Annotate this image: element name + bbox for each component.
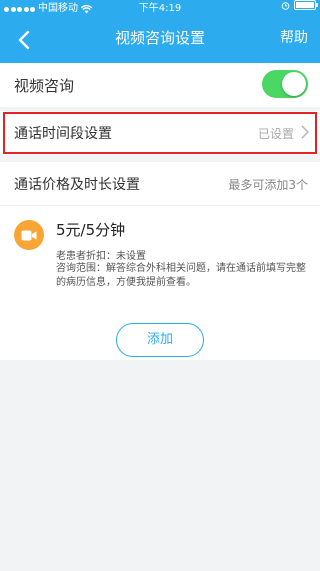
app-header: 中国移动 下午4:19 视频咨询设置 帮助 bbox=[0, 0, 320, 63]
battery-icon bbox=[294, 0, 318, 10]
price-duration-section: 通话价格及时长设置 最多可添加3个 5元/5分钟 老患者折扣：未设置 咨询范围：… bbox=[0, 162, 320, 360]
video-consult-row: 视频咨询 bbox=[0, 63, 320, 107]
time-slot-status: 已设置 bbox=[257, 127, 294, 141]
returning-patient-discount: 老患者折扣：未设置 bbox=[56, 251, 146, 262]
time-slot-label: 通话时间段设置 bbox=[14, 126, 112, 142]
divider bbox=[0, 205, 320, 206]
video-camera-icon bbox=[14, 220, 44, 250]
add-limit-hint: 最多可添加3个 bbox=[228, 178, 308, 192]
status-bar: 中国移动 下午4:19 bbox=[0, 0, 320, 18]
time-slot-setting-row[interactable]: 通话时间段设置 已设置 bbox=[0, 111, 320, 155]
alarm-icon bbox=[281, 1, 290, 10]
price-duration-label: 通话价格及时长设置 bbox=[14, 177, 140, 193]
help-button[interactable]: 帮助 bbox=[280, 18, 308, 63]
price-duration-value[interactable]: 5元/5分钟 bbox=[56, 219, 125, 240]
video-consult-label: 视频咨询 bbox=[14, 77, 75, 95]
status-bar-right bbox=[281, 0, 318, 10]
toggle-knob bbox=[282, 72, 306, 96]
consult-scope: 咨询范围：解答综合外科相关问题，请在通话前填写完整的病历信息，方便我提前查看。 bbox=[56, 263, 306, 288]
add-button[interactable]: 添加 bbox=[116, 323, 204, 357]
nav-bar: 视频咨询设置 帮助 bbox=[0, 18, 320, 63]
video-consult-toggle[interactable] bbox=[262, 70, 308, 98]
status-bar-time: 下午4:19 bbox=[138, 3, 182, 14]
chevron-right-icon bbox=[301, 125, 310, 139]
page-title: 视频咨询设置 bbox=[114, 29, 205, 47]
